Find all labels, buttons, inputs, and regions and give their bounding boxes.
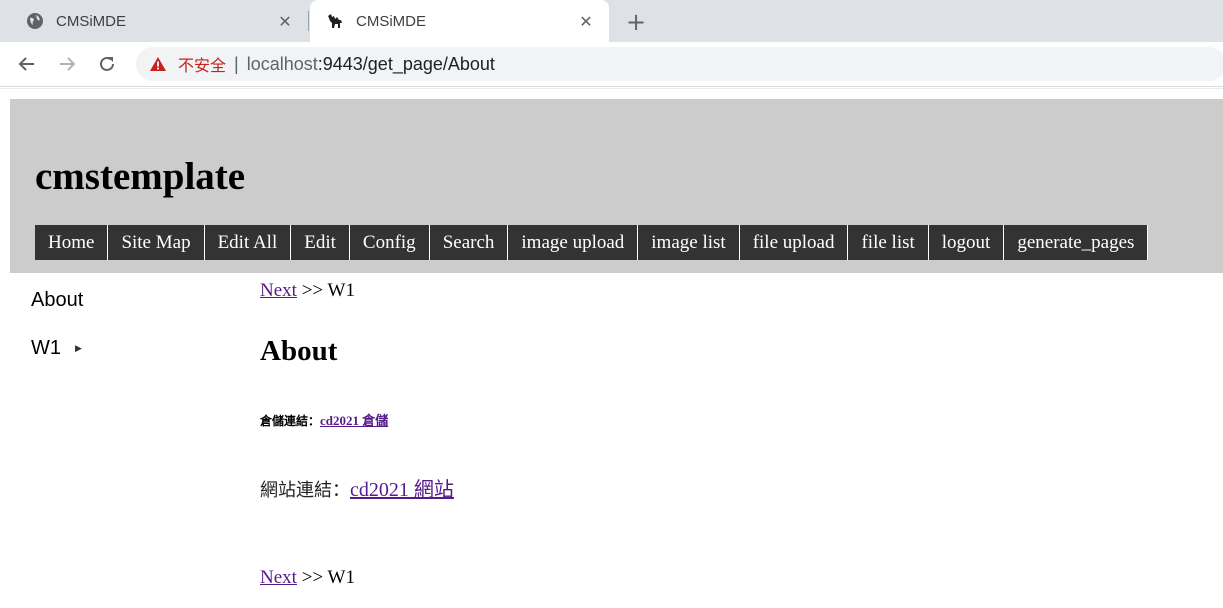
next-link[interactable]: Next	[260, 280, 297, 301]
repo-link[interactable]: cd2021 倉儲	[320, 413, 388, 428]
security-label[interactable]: 不安全	[178, 52, 226, 76]
repo-line: 倉儲連結：cd2021 倉儲	[260, 410, 388, 429]
breadcrumb-separator: >>	[296, 567, 328, 588]
new-tab-icon[interactable]: +	[622, 8, 650, 36]
tab-strip: CMSiMDE ✕ CMSiMDE ✕ +	[0, 0, 1223, 42]
sidebar-item-label: About	[31, 288, 84, 311]
site-line: 網站連結：cd2021 網站	[260, 473, 454, 502]
site-label: 網站連結：	[260, 480, 350, 501]
menu-file-upload[interactable]: file upload	[739, 225, 849, 260]
url-text[interactable]: localhost:9443/get_page/About	[247, 54, 495, 75]
repo-label: 倉儲連結：	[260, 414, 321, 428]
menu-image-upload[interactable]: image upload	[508, 225, 639, 260]
tab-title: CMSiMDE	[56, 12, 126, 30]
url-path: :9443/get_page/About	[317, 53, 495, 74]
menu-edit-all[interactable]: Edit All	[204, 225, 292, 260]
menu-logout[interactable]: logout	[928, 225, 1005, 260]
sidebar-item-label: W1	[31, 336, 61, 359]
breadcrumb-separator: >>	[296, 280, 328, 301]
menu-home[interactable]: Home	[35, 225, 109, 260]
close-icon[interactable]: ✕	[577, 12, 595, 31]
tab-divider	[308, 11, 309, 31]
tab-cmsimde-2[interactable]: CMSiMDE ✕	[310, 0, 609, 42]
camel-icon	[326, 12, 344, 30]
back-icon[interactable]	[13, 50, 41, 78]
next-link[interactable]: Next	[260, 567, 297, 588]
menu-site-map[interactable]: Site Map	[108, 225, 205, 260]
site-header: cmstemplate Home Site Map Edit All Edit …	[10, 99, 1223, 273]
url-host: localhost	[246, 53, 318, 74]
breadcrumb-bottom: Next >> W1	[260, 567, 355, 589]
site-title: cmstemplate	[35, 155, 246, 198]
address-bar[interactable]: 不安全 | localhost:9443/get_page/About	[136, 47, 1223, 81]
menu-edit[interactable]: Edit	[291, 225, 350, 260]
toolbar-divider	[0, 88, 1223, 89]
toolbar-divider	[0, 86, 1223, 87]
breadcrumb-target: W1	[327, 567, 355, 588]
omnibox-divider: |	[234, 53, 239, 74]
site-link[interactable]: cd2021 網站	[350, 479, 454, 501]
sidebar-item-w1[interactable]: W1 ▶	[31, 335, 83, 361]
browser-toolbar: 不安全 | localhost:9443/get_page/About	[0, 42, 1223, 86]
reload-icon[interactable]	[93, 50, 121, 78]
menu-config[interactable]: Config	[349, 225, 430, 260]
tab-cmsimde-1[interactable]: CMSiMDE ✕	[0, 0, 308, 42]
sidebar-item-about[interactable]: About	[31, 287, 83, 313]
warning-icon[interactable]	[148, 54, 168, 74]
breadcrumb: Next >> W1	[260, 280, 355, 302]
breadcrumb-target: W1	[327, 280, 355, 301]
menu-search[interactable]: Search	[429, 225, 509, 260]
menu-generate-pages[interactable]: generate_pages	[1004, 225, 1149, 260]
tab-title: CMSiMDE	[356, 12, 426, 30]
menu-image-list[interactable]: image list	[638, 225, 740, 260]
globe-icon	[26, 12, 44, 30]
close-icon[interactable]: ✕	[276, 12, 294, 31]
forward-icon[interactable]	[53, 50, 81, 78]
caret-right-icon[interactable]: ▶	[75, 343, 82, 354]
page-title: About	[260, 335, 338, 367]
menu-file-list[interactable]: file list	[848, 225, 929, 260]
main-menu: Home Site Map Edit All Edit Config Searc…	[35, 225, 1149, 260]
sidebar-nav: About W1 ▶	[31, 287, 83, 361]
